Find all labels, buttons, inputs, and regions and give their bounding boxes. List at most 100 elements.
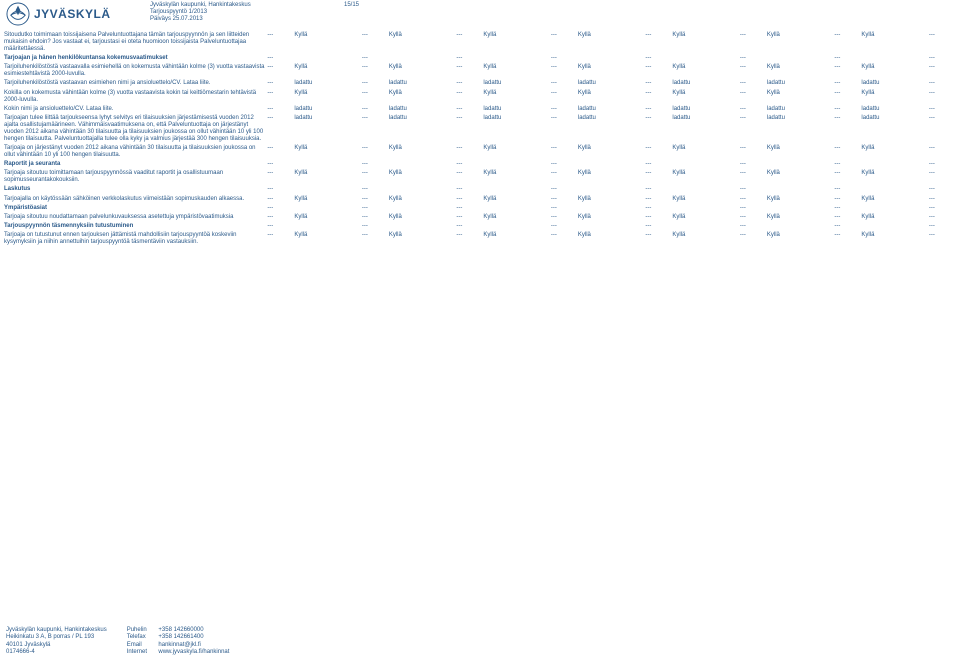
cell-dash: --- — [645, 105, 672, 114]
cell-dash: --- — [456, 231, 483, 247]
cell-value — [767, 204, 835, 213]
footer-fax-label: Telefax — [127, 634, 157, 641]
page-number: 15/15 — [344, 2, 359, 8]
cell-dash: --- — [929, 144, 956, 160]
cell-dash: --- — [456, 169, 483, 185]
cell-value: ladattu — [767, 114, 835, 144]
cell-value: Kyllä — [483, 144, 551, 160]
cell-dash: --- — [456, 114, 483, 144]
cell-dash: --- — [834, 185, 861, 194]
cell-dash: --- — [456, 160, 483, 169]
cell-value: ladattu — [389, 79, 457, 88]
footer-fax: +358 142661400 — [158, 634, 203, 640]
cell-dash: --- — [645, 195, 672, 204]
cell-value — [672, 54, 740, 63]
cell-value: Kyllä — [578, 195, 646, 204]
cell-dash: --- — [362, 222, 389, 231]
footer-email: hankinnat@jkl.fi — [158, 642, 200, 648]
cell-dash: --- — [645, 213, 672, 222]
cell-value: Kyllä — [767, 89, 835, 105]
cell-value: ladattu — [767, 105, 835, 114]
cell-dash: --- — [929, 213, 956, 222]
cell-dash: --- — [645, 89, 672, 105]
cell-value: Kyllä — [578, 144, 646, 160]
cell-value: ladattu — [578, 114, 646, 144]
cell-value — [672, 204, 740, 213]
cell-dash: --- — [267, 31, 294, 54]
cell-value — [294, 222, 362, 231]
cell-dash: --- — [929, 169, 956, 185]
cell-dash: --- — [551, 31, 578, 54]
cell-value — [672, 185, 740, 194]
row-label: Kokilla on kokemusta vähintään kolme (3)… — [4, 89, 267, 105]
table-row: Kokilla on kokemusta vähintään kolme (3)… — [4, 89, 956, 105]
cell-value: Kyllä — [767, 31, 835, 54]
cell-value — [767, 222, 835, 231]
cell-dash: --- — [551, 195, 578, 204]
logo: JYVÄSKYLÄ — [6, 2, 111, 26]
cell-dash: --- — [362, 63, 389, 79]
cell-value: Kyllä — [294, 213, 362, 222]
footer-web-label: Internet — [127, 649, 157, 656]
cell-dash: --- — [740, 114, 767, 144]
cell-dash: --- — [834, 231, 861, 247]
city-logo-icon — [6, 2, 30, 26]
cell-dash: --- — [551, 89, 578, 105]
cell-value — [767, 160, 835, 169]
cell-dash: --- — [362, 79, 389, 88]
header-meta: Jyväskylän kaupunki, Hankintakeskus Tarj… — [150, 2, 251, 24]
cell-dash: --- — [740, 204, 767, 213]
cell-value: Kyllä — [389, 144, 457, 160]
row-label: Tarjoaja on järjestänyt vuoden 2012 aika… — [4, 144, 267, 160]
cell-dash: --- — [645, 79, 672, 88]
table-row: Raportit ja seuranta--------------------… — [4, 160, 956, 169]
cell-dash: --- — [645, 63, 672, 79]
cell-value: Kyllä — [767, 144, 835, 160]
table-row: Tarjouspyynnön täsmennyksiin tutustumine… — [4, 222, 956, 231]
cell-dash: --- — [267, 204, 294, 213]
cell-dash: --- — [267, 231, 294, 247]
cell-value — [389, 54, 457, 63]
cell-value — [672, 222, 740, 231]
row-label: Tarjoaja on tutustunut ennen tarjouksen … — [4, 231, 267, 247]
cell-value: ladattu — [578, 79, 646, 88]
cell-dash: --- — [551, 54, 578, 63]
cell-value: Kyllä — [672, 231, 740, 247]
cell-value: Kyllä — [861, 195, 929, 204]
cell-value: ladattu — [861, 79, 929, 88]
cell-dash: --- — [645, 169, 672, 185]
cell-dash: --- — [267, 89, 294, 105]
cell-value: Kyllä — [294, 231, 362, 247]
cell-dash: --- — [456, 31, 483, 54]
cell-dash: --- — [551, 185, 578, 194]
cell-dash: --- — [267, 213, 294, 222]
cell-dash: --- — [834, 105, 861, 114]
cell-value: Kyllä — [483, 231, 551, 247]
cell-dash: --- — [740, 169, 767, 185]
logo-text: JYVÄSKYLÄ — [34, 7, 111, 21]
cell-value — [294, 204, 362, 213]
table-row: Ympäristöasiat------------------------ — [4, 204, 956, 213]
cell-value: ladattu — [294, 105, 362, 114]
cell-dash: --- — [551, 79, 578, 88]
cell-value: Kyllä — [389, 213, 457, 222]
cell-dash: --- — [740, 213, 767, 222]
row-label: Raportit ja seuranta — [4, 160, 267, 169]
cell-value: Kyllä — [672, 169, 740, 185]
footer-address: Jyväskylän kaupunki, Hankintakeskus Heik… — [6, 627, 107, 656]
cell-value: Kyllä — [767, 231, 835, 247]
cell-dash: --- — [551, 144, 578, 160]
cell-dash: --- — [267, 144, 294, 160]
cell-value: Kyllä — [389, 231, 457, 247]
row-label: Tarjouspyynnön täsmennyksiin tutustumine… — [4, 222, 267, 231]
row-label: Kokin nimi ja ansioluettelo/CV. Lataa li… — [4, 105, 267, 114]
cell-value: Kyllä — [672, 144, 740, 160]
cell-dash: --- — [740, 89, 767, 105]
cell-dash: --- — [645, 54, 672, 63]
cell-value: Kyllä — [294, 195, 362, 204]
cell-dash: --- — [740, 63, 767, 79]
cell-dash: --- — [834, 89, 861, 105]
cell-dash: --- — [929, 114, 956, 144]
cell-value: Kyllä — [672, 31, 740, 54]
cell-value: Kyllä — [861, 144, 929, 160]
